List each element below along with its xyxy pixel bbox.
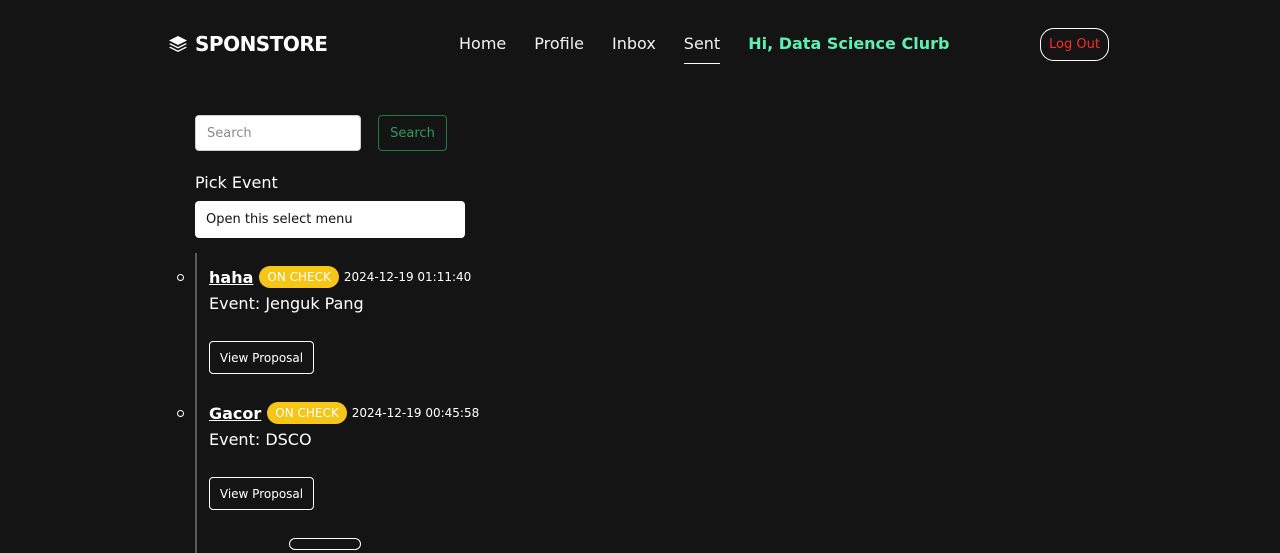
nav-links: Home Profile Inbox Sent Hi, Data Science… [459, 34, 949, 64]
timeline-dot [177, 410, 184, 417]
nav-sent[interactable]: Sent [683, 34, 721, 64]
pick-event-label: Pick Event [195, 173, 278, 192]
search-button[interactable]: Search [378, 115, 447, 151]
proposal-header: Gacor ON CHECK 2024-12-19 00:45:58 [209, 402, 479, 424]
status-badge: ON CHECK [267, 402, 347, 424]
timeline-dot [177, 274, 184, 281]
proposal-title[interactable]: haha [209, 268, 253, 287]
proposal-title[interactable]: Gacor [209, 404, 261, 423]
view-proposal-button[interactable]: View Proposal [209, 341, 314, 374]
view-proposal-button[interactable]: View Proposal [209, 477, 314, 510]
brand[interactable]: SPONSTORE [169, 32, 328, 56]
proposal-date: 2024-12-19 00:45:58 [351, 406, 480, 420]
layers-icon [169, 36, 187, 52]
nav-profile[interactable]: Profile [534, 34, 584, 63]
next-item-badge [289, 538, 361, 550]
nav-home[interactable]: Home [459, 34, 506, 63]
proposal-event: Event: DSCO [209, 430, 312, 449]
search-input[interactable] [195, 115, 361, 151]
status-badge: ON CHECK [259, 266, 339, 288]
navbar: SPONSTORE Home Profile Inbox Sent Hi, Da… [0, 0, 1280, 88]
event-select[interactable]: Open this select menu [195, 201, 465, 238]
timeline-line [195, 253, 197, 553]
nav-inbox[interactable]: Inbox [612, 34, 656, 63]
proposal-event: Event: Jenguk Pang [209, 294, 364, 313]
user-greeting: Hi, Data Science Clurb [748, 34, 950, 53]
logout-button[interactable]: Log Out [1040, 28, 1109, 61]
brand-name: SPONSTORE [195, 32, 328, 56]
proposal-header: haha ON CHECK 2024-12-19 01:11:40 [209, 266, 471, 288]
proposal-date: 2024-12-19 01:11:40 [343, 270, 472, 284]
